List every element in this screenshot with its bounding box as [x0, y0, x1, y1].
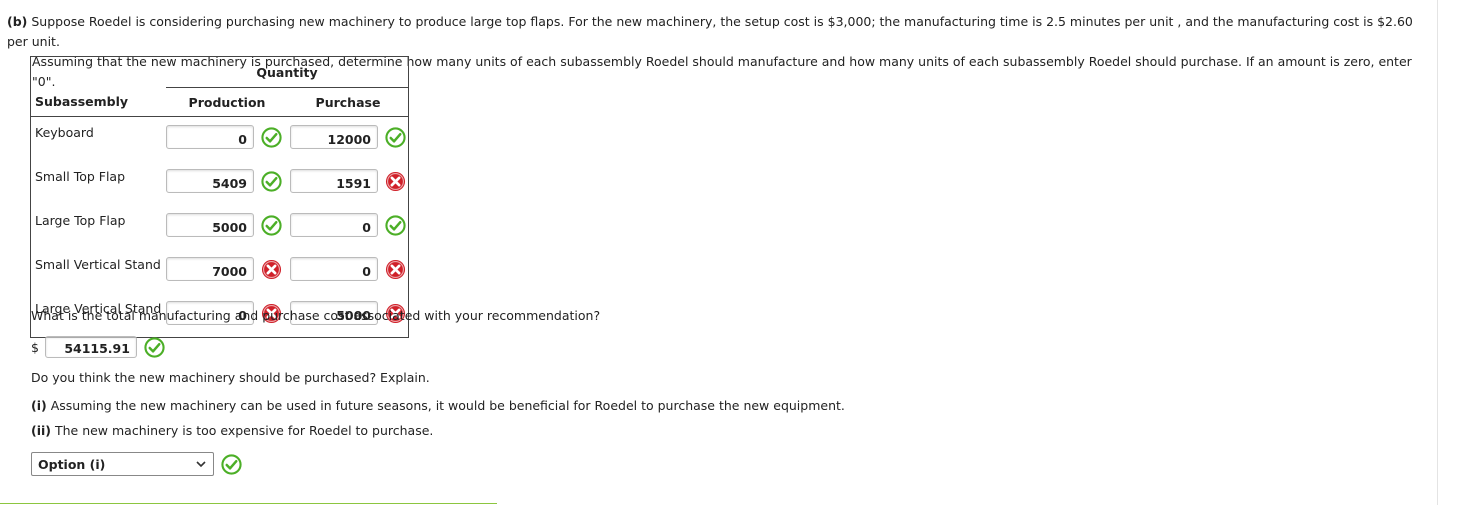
- row-label: Large Top Flap: [35, 213, 126, 228]
- page-right-divider: [1437, 0, 1438, 505]
- explain-prompt: Do you think the new machinery should be…: [31, 370, 430, 385]
- purchase-header: Purchase: [288, 87, 409, 117]
- production-input[interactable]: 5000: [166, 213, 254, 237]
- table-row: Keyboard 0 12000: [31, 117, 409, 162]
- option-ii: (ii) The new machinery is too expensive …: [31, 423, 433, 438]
- part-label: (b): [7, 14, 28, 29]
- purchase-input[interactable]: 0: [290, 257, 378, 281]
- option-i-text: Assuming the new machinery can be used i…: [46, 398, 845, 413]
- subassembly-table: Quantity Subassembly Production Purchase…: [30, 56, 409, 338]
- green-check-circle-icon: [385, 214, 406, 236]
- purchase-cell: 0: [288, 205, 409, 249]
- green-check-circle-icon: [144, 336, 165, 358]
- row-label: Small Vertical Stand: [35, 257, 161, 272]
- bottom-divider: [0, 503, 497, 504]
- green-check-circle-icon: [261, 214, 282, 236]
- option-ii-text: The new machinery is too expensive for R…: [51, 423, 434, 438]
- green-check-circle-icon: [221, 453, 242, 475]
- production-input[interactable]: 5409: [166, 169, 254, 193]
- green-check-circle-icon: [385, 126, 406, 148]
- currency-symbol: $: [31, 339, 39, 355]
- red-x-circle-icon: [385, 171, 406, 192]
- table-row: Small Top Flap 5409 1591: [31, 161, 409, 205]
- production-cell: 5409: [166, 161, 288, 205]
- green-check-circle-icon: [261, 170, 282, 192]
- production-input[interactable]: 0: [166, 125, 254, 149]
- question-line-1: Suppose Roedel is considering purchasing…: [7, 14, 1413, 49]
- red-x-circle-icon: [385, 259, 406, 280]
- purchase-cell: 12000: [288, 117, 409, 162]
- selected-option: Option (i): [38, 456, 106, 472]
- purchase-cell: 1591: [288, 161, 409, 205]
- explain-select-row: Option (i): [31, 452, 242, 476]
- production-cell: 5000: [166, 205, 288, 249]
- quantity-header: Quantity: [166, 56, 409, 88]
- production-cell: 0: [166, 117, 288, 162]
- red-x-circle-icon: [261, 259, 282, 280]
- total-cost-prompt: What is the total manufacturing and purc…: [31, 308, 601, 323]
- purchase-cell: 0: [288, 249, 409, 293]
- option-ii-label: (ii): [31, 423, 51, 438]
- green-check-circle-icon: [261, 126, 282, 148]
- purchase-input[interactable]: 12000: [290, 125, 378, 149]
- option-i-label: (i): [31, 398, 47, 413]
- table-row: Large Top Flap 5000 0: [31, 205, 409, 249]
- row-label: Keyboard: [35, 125, 94, 140]
- purchase-input[interactable]: 0: [290, 213, 378, 237]
- explain-select[interactable]: Option (i): [31, 452, 214, 476]
- header-spacer: [31, 57, 167, 88]
- table-row: Small Vertical Stand 7000 0: [31, 249, 409, 293]
- production-input[interactable]: 7000: [166, 257, 254, 281]
- production-header: Production: [166, 87, 288, 117]
- option-i: (i) Assuming the new machinery can be us…: [31, 398, 845, 413]
- chevron-down-icon: [196, 461, 206, 468]
- subassembly-header: Subassembly: [30, 87, 166, 117]
- row-label: Small Top Flap: [35, 169, 126, 184]
- purchase-input[interactable]: 1591: [290, 169, 378, 193]
- total-cost-input[interactable]: 54115.91: [44, 336, 137, 358]
- total-cost-row: $ 54115.91: [31, 336, 165, 358]
- production-cell: 7000: [166, 249, 288, 293]
